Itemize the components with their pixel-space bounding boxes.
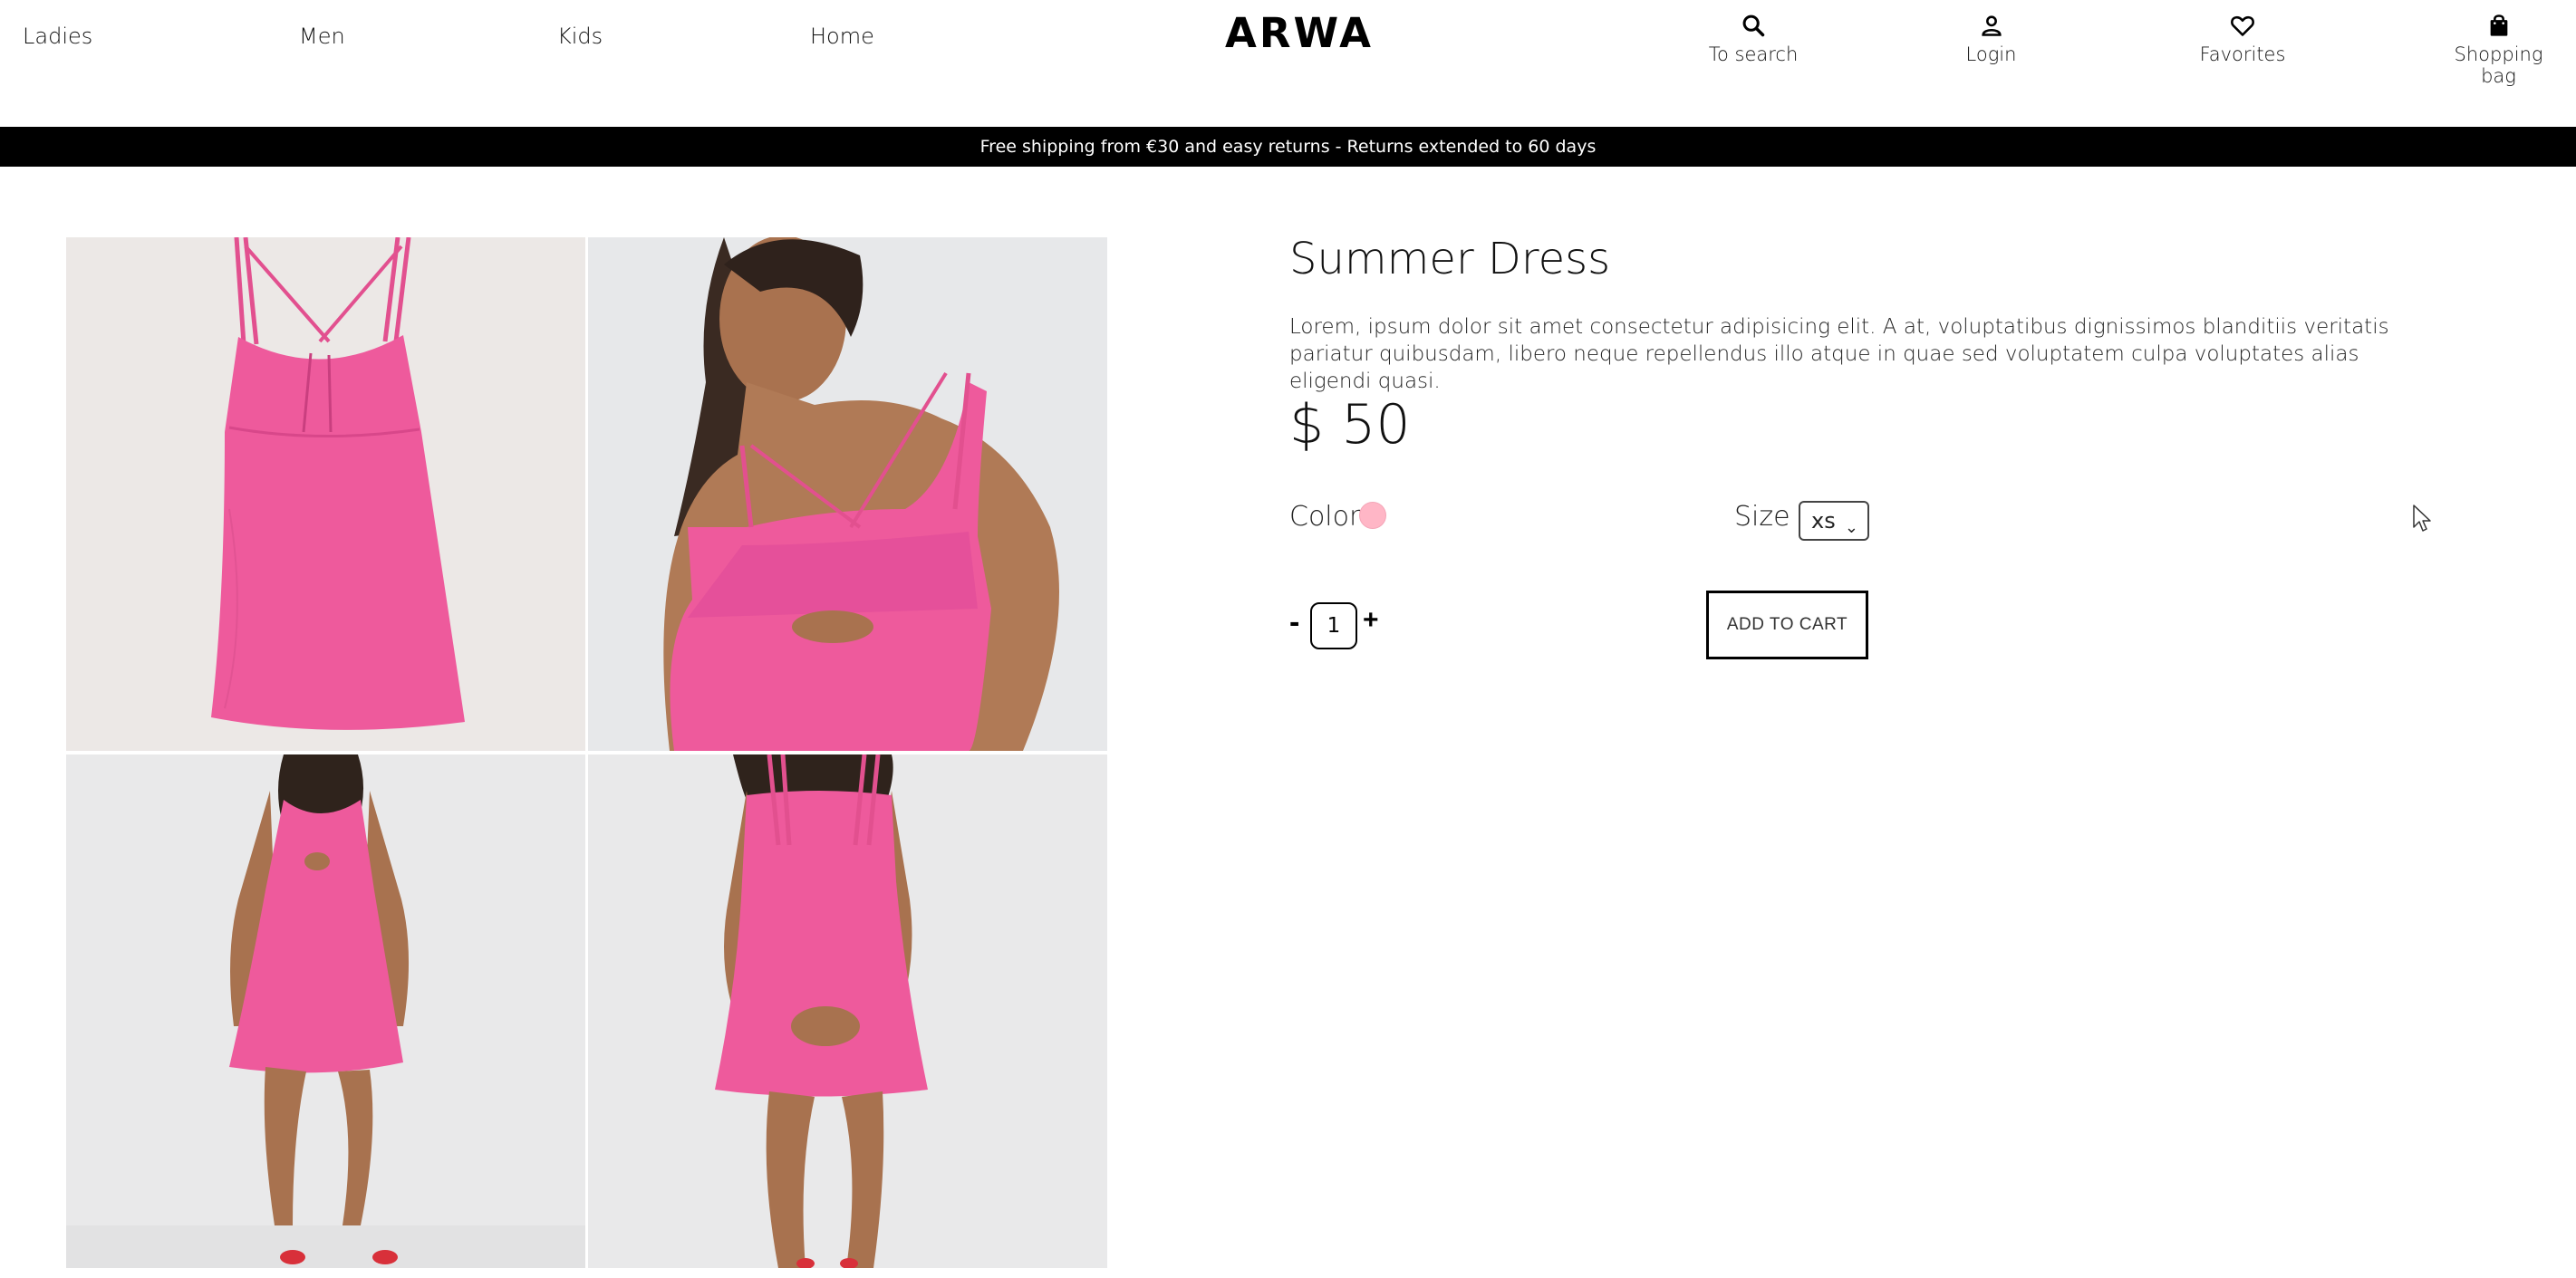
search-label: To search: [1708, 43, 1799, 65]
product-gallery: [66, 237, 1110, 1269]
size-selected-value: xs: [1811, 508, 1836, 533]
product-description: Lorem, ipsum dolor sit amet consectetur …: [1289, 315, 2389, 393]
shopping-bag-icon: [2490, 14, 2507, 36]
login-button[interactable]: Login: [1948, 13, 2034, 65]
product-image-back[interactable]: [588, 754, 1107, 1268]
product-title: Summer Dress: [1289, 234, 1611, 284]
quantity-increase-button[interactable]: +: [1363, 605, 1379, 636]
quantity-decrease-button[interactable]: -: [1289, 605, 1299, 640]
heart-icon: [2231, 15, 2254, 36]
nav-link-ladies[interactable]: Ladies: [23, 24, 92, 49]
brand-logo[interactable]: ARWA: [1225, 9, 1371, 57]
search-button[interactable]: To search: [1703, 13, 1803, 65]
user-icon: [1981, 15, 2002, 36]
mouse-cursor-icon: [2413, 504, 2431, 532]
model-closeup-image: [588, 237, 1107, 751]
favorites-button[interactable]: Favorites: [2184, 13, 2301, 65]
add-to-cart-button[interactable]: ADD TO CART: [1706, 591, 1868, 659]
color-swatch-pink[interactable]: [1359, 502, 1386, 529]
product-image-closeup[interactable]: [588, 237, 1107, 751]
product-image-flat[interactable]: [66, 237, 585, 751]
nav-link-men[interactable]: Men: [299, 24, 345, 49]
site-header: Ladies Men Kids Home ARWA To search Logi…: [0, 0, 2576, 127]
shopping-bag-button[interactable]: Shopping bag: [2437, 13, 2560, 87]
nav-link-home[interactable]: Home: [810, 24, 874, 49]
model-back-image: [588, 754, 1107, 1268]
quantity-field[interactable]: 1: [1310, 602, 1357, 649]
size-select[interactable]: xs ⌄: [1799, 501, 1869, 541]
dress-flat-image: [66, 237, 585, 751]
login-label: Login: [1965, 43, 2017, 65]
product-price: $ 50: [1289, 393, 1411, 456]
favorites-label: Favorites: [2199, 43, 2286, 65]
size-label: Size: [1734, 501, 1790, 533]
announcement-bar: Free shipping from €30 and easy returns …: [0, 127, 2576, 167]
shopping-bag-label: Shopping bag: [2454, 43, 2543, 87]
nav-link-kids[interactable]: Kids: [557, 24, 603, 49]
model-front-image: [66, 754, 585, 1268]
chevron-down-icon: ⌄: [1844, 518, 1858, 537]
color-label: Color: [1289, 501, 1361, 533]
product-image-front[interactable]: [66, 754, 585, 1268]
search-icon: [1742, 14, 1765, 37]
